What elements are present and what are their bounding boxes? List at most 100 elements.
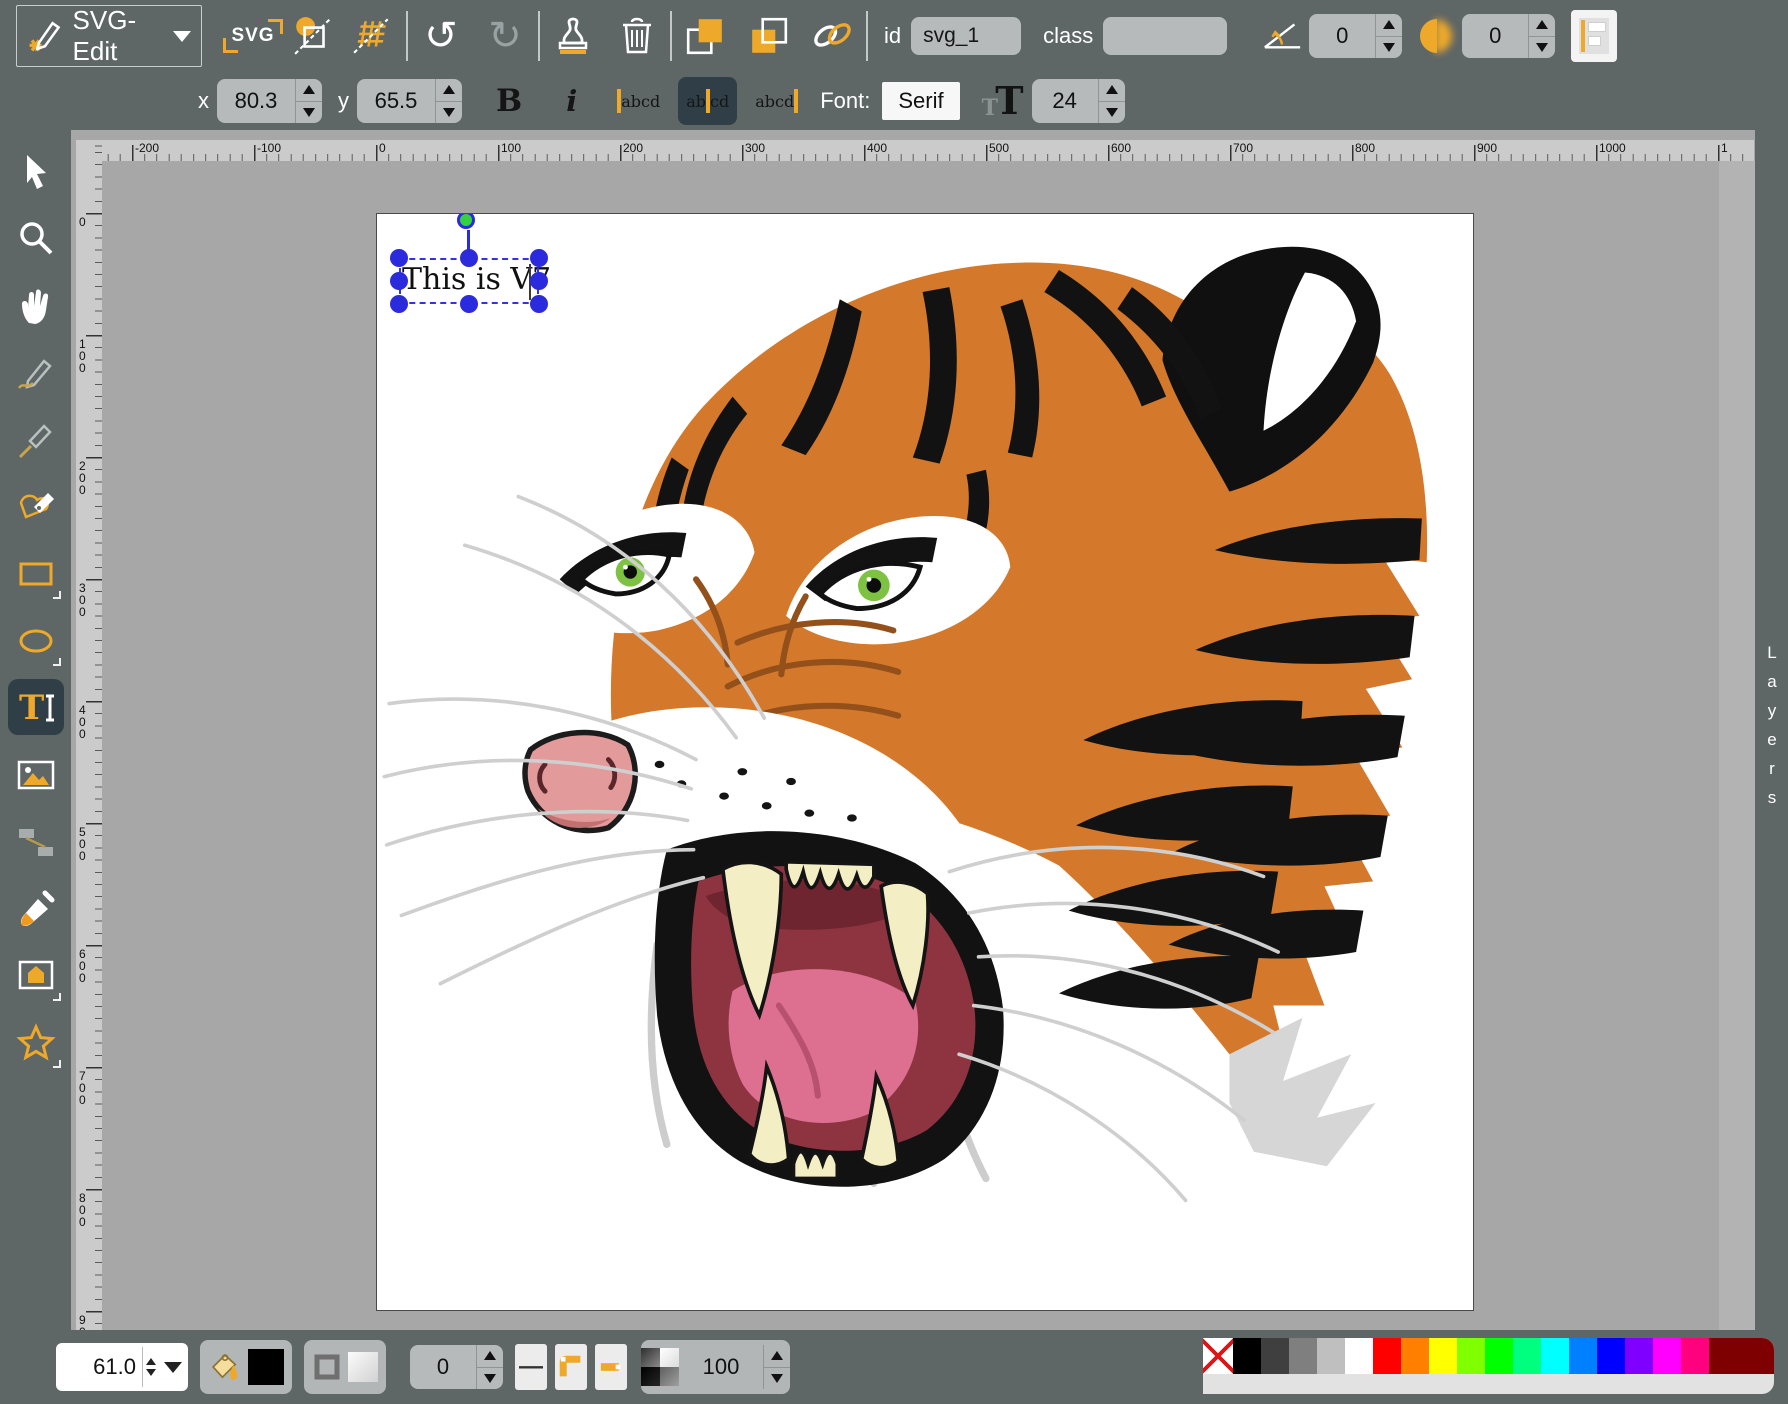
tool-text[interactable]: T: [7, 674, 65, 741]
stroke-linejoin-button[interactable]: [555, 1344, 587, 1390]
tool-path[interactable]: [7, 473, 65, 540]
opacity-up-button[interactable]: [764, 1345, 790, 1368]
stroke-color-swatch[interactable]: [348, 1352, 378, 1382]
opacity-control: 100: [641, 1340, 790, 1394]
palette-swatch[interactable]: [1317, 1338, 1345, 1374]
make-link-button[interactable]: [810, 12, 856, 60]
redo-button[interactable]: ↻: [482, 12, 528, 60]
tool-image[interactable]: [7, 741, 65, 808]
palette-swatch[interactable]: [1569, 1338, 1597, 1374]
tool-connector[interactable]: [7, 808, 65, 875]
opacity-input[interactable]: 100: [679, 1345, 763, 1389]
font-size-down-button[interactable]: [1099, 102, 1125, 124]
move-to-top-button[interactable]: [682, 12, 728, 60]
font-size-up-button[interactable]: [1099, 79, 1125, 102]
font-family-button[interactable]: Serif: [882, 82, 959, 120]
tool-ellipse[interactable]: [7, 607, 65, 674]
selection-handle-w[interactable]: [390, 272, 408, 290]
selection-handle-se[interactable]: [530, 295, 548, 313]
element-id-input[interactable]: svg_1: [911, 17, 1021, 55]
fill-color-swatch[interactable]: [248, 1349, 284, 1385]
selection-handle-n[interactable]: [460, 249, 478, 267]
selection-handle-nw[interactable]: [390, 249, 408, 267]
stroke-width-up-button[interactable]: [477, 1345, 503, 1368]
text-anchor-start-button[interactable]: abcd: [609, 77, 668, 125]
palette-swatch[interactable]: [1373, 1338, 1401, 1374]
palette-swatch[interactable]: [1625, 1338, 1653, 1374]
align-button[interactable]: [1571, 10, 1617, 62]
blur-up-button[interactable]: [1529, 14, 1555, 37]
selection-handle-s[interactable]: [460, 295, 478, 313]
tool-pan[interactable]: [7, 272, 65, 339]
palette-swatch[interactable]: [1457, 1338, 1485, 1374]
selection-handle-e[interactable]: [530, 272, 548, 290]
angle-input[interactable]: 0: [1309, 14, 1375, 58]
svg-canvas[interactable]: This is V7: [376, 213, 1474, 1311]
zoom-spinner[interactable]: [142, 1347, 158, 1387]
y-down-button[interactable]: [436, 102, 462, 124]
angle-up-button[interactable]: [1376, 14, 1402, 37]
stroke-dash-button[interactable]: —: [515, 1344, 547, 1390]
selection-handle-ne[interactable]: [530, 249, 548, 267]
palette-swatch[interactable]: [1653, 1338, 1681, 1374]
x-up-button[interactable]: [296, 79, 322, 102]
tool-shape-library[interactable]: [7, 942, 65, 1009]
palette-swatch[interactable]: [1401, 1338, 1429, 1374]
angle-down-button[interactable]: [1376, 37, 1402, 59]
editor-preferences-button[interactable]: [350, 12, 396, 60]
tool-pencil[interactable]: [7, 339, 65, 406]
zoom-dropdown-arrow[interactable]: [164, 1362, 182, 1373]
palette-swatch[interactable]: [1709, 1338, 1774, 1374]
element-class-input[interactable]: [1103, 17, 1227, 55]
stroke-color-control[interactable]: [304, 1340, 386, 1394]
italic-button[interactable]: i: [566, 84, 577, 118]
palette-swatch[interactable]: [1429, 1338, 1457, 1374]
magnifier-icon: [16, 219, 56, 259]
text-anchor-middle-button[interactable]: abcd: [678, 77, 737, 125]
x-input[interactable]: 80.3: [217, 79, 295, 123]
zoom-input[interactable]: 61.0: [62, 1354, 142, 1380]
font-size-input[interactable]: 24: [1032, 79, 1098, 123]
delete-button[interactable]: [614, 12, 660, 60]
palette-swatch[interactable]: [1345, 1338, 1373, 1374]
blur-input[interactable]: 0: [1462, 14, 1528, 58]
palette-swatch[interactable]: [1485, 1338, 1513, 1374]
stroke-width-input[interactable]: 0: [410, 1345, 476, 1389]
linecap-icon: [597, 1353, 625, 1381]
stroke-width-down-button[interactable]: [477, 1368, 503, 1390]
palette-swatch[interactable]: [1233, 1338, 1261, 1374]
workspace[interactable]: -200-10001002003004005006007008009001000…: [71, 130, 1755, 1330]
blur-down-button[interactable]: [1529, 37, 1555, 59]
main-menu-button[interactable]: SVG-Edit: [16, 5, 202, 67]
tool-rectangle[interactable]: [7, 540, 65, 607]
y-input[interactable]: 65.5: [357, 79, 435, 123]
clone-button[interactable]: [550, 12, 596, 60]
up-arrow-icon: [484, 1351, 496, 1360]
tool-star[interactable]: [7, 1009, 65, 1076]
tool-select[interactable]: [7, 138, 65, 205]
bold-button[interactable]: B: [496, 83, 522, 119]
palette-swatch[interactable]: [1513, 1338, 1541, 1374]
tool-zoom[interactable]: [7, 205, 65, 272]
tool-eyedropper[interactable]: [7, 875, 65, 942]
source-editor-button[interactable]: SVG: [230, 12, 276, 60]
document-properties-button[interactable]: [290, 12, 336, 60]
layers-panel-toggle[interactable]: Layers: [1755, 130, 1788, 1330]
x-down-button[interactable]: [296, 102, 322, 124]
fill-color-control[interactable]: [200, 1340, 292, 1394]
vertical-scrollbar[interactable]: [1719, 161, 1755, 1330]
tool-line[interactable]: [7, 406, 65, 473]
opacity-down-button[interactable]: [764, 1368, 790, 1390]
stroke-linecap-button[interactable]: [595, 1344, 627, 1390]
palette-swatch[interactable]: [1541, 1338, 1569, 1374]
move-to-bottom-button[interactable]: [746, 12, 792, 60]
palette-swatch[interactable]: [1289, 1338, 1317, 1374]
palette-swatch[interactable]: [1597, 1338, 1625, 1374]
palette-swatch[interactable]: [1681, 1338, 1709, 1374]
palette-none-swatch[interactable]: [1203, 1338, 1233, 1374]
y-up-button[interactable]: [436, 79, 462, 102]
selection-handle-sw[interactable]: [390, 295, 408, 313]
undo-button[interactable]: ↺: [418, 12, 464, 60]
text-anchor-end-button[interactable]: abcd: [747, 77, 806, 125]
palette-swatch[interactable]: [1261, 1338, 1289, 1374]
